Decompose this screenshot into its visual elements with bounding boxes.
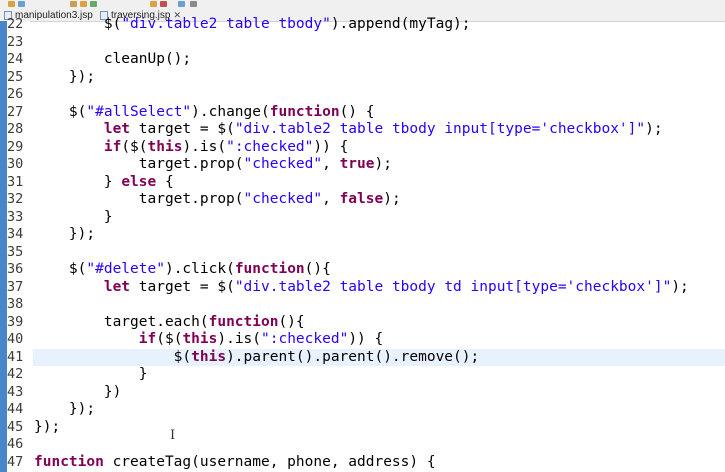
code-line[interactable]: 33 } — [0, 209, 725, 227]
code-text[interactable]: let target = $("div.table2 table tbody t… — [34, 279, 689, 297]
code-line[interactable]: 28 let target = $("div.table2 table tbod… — [0, 121, 725, 139]
toolbar-icon[interactable] — [18, 1, 25, 7]
code-line[interactable]: 34 }); — [0, 226, 725, 244]
code-line[interactable]: 32 target.prop("checked", false); — [0, 191, 725, 209]
toolbar-icon[interactable] — [70, 1, 77, 7]
code-text[interactable]: }); — [34, 226, 95, 244]
line-number: 31 — [7, 173, 24, 190]
line-number: 29 — [7, 138, 24, 155]
code-text[interactable]: }); — [34, 69, 95, 87]
line-number: 28 — [7, 121, 24, 137]
line-number: 44 — [7, 401, 24, 417]
line-number: 41 — [7, 348, 24, 365]
code-line[interactable]: 27 $("#allSelect").change(function() { — [0, 104, 725, 122]
code-text[interactable]: $("div.table2 table tbody").append(myTag… — [34, 16, 471, 34]
code-line[interactable]: 24 cleanUp(); — [0, 51, 725, 69]
code-text[interactable]: $(this).parent().parent().remove(); — [34, 349, 480, 367]
code-text[interactable]: $("#delete").click(function(){ — [34, 261, 331, 279]
line-number: 25 — [7, 68, 24, 85]
code-text[interactable]: let target = $("div.table2 table tbody i… — [34, 121, 663, 139]
toolbar-icon[interactable] — [160, 1, 167, 7]
line-number: 37 — [7, 278, 24, 295]
code-line[interactable]: 45}); — [0, 419, 725, 437]
code-line[interactable]: 35 — [0, 244, 725, 262]
line-number: 45 — [7, 418, 24, 435]
line-number: 33 — [7, 208, 24, 225]
code-text[interactable]: if($(this).is(":checked")) { — [34, 139, 348, 157]
line-number: 30 — [7, 156, 24, 172]
line-number: 32 — [7, 191, 24, 207]
code-line[interactable]: 39 target.each(function(){ — [0, 314, 725, 332]
code-text[interactable]: }); — [34, 401, 95, 419]
code-line[interactable]: 30 target.prop("checked", true); — [0, 156, 725, 174]
line-number: 22 — [7, 16, 24, 32]
line-number: 43 — [7, 383, 24, 400]
toolbar-icon[interactable] — [80, 1, 87, 7]
code-line[interactable]: 31 } else { — [0, 174, 725, 192]
code-line[interactable]: 46 — [0, 436, 725, 454]
code-text[interactable]: }); — [34, 419, 60, 437]
line-number: 24 — [7, 51, 24, 67]
code-line[interactable]: 42 } — [0, 366, 725, 384]
toolbar-icon[interactable] — [90, 1, 97, 7]
line-number: 42 — [7, 366, 24, 382]
code-line[interactable]: 26 — [0, 86, 725, 104]
code-text[interactable]: } else { — [34, 174, 174, 192]
code-text[interactable]: }) — [34, 384, 121, 402]
toolbar-icon[interactable] — [190, 1, 197, 7]
code-text[interactable]: if($(this).is(":checked")) { — [34, 331, 383, 349]
toolbar-icon[interactable] — [8, 1, 15, 7]
code-text[interactable]: } — [34, 209, 113, 227]
code-line[interactable]: 22 $("div.table2 table tbody").append(my… — [0, 16, 725, 34]
line-number: 38 — [7, 296, 24, 312]
code-text[interactable]: cleanUp(); — [34, 51, 191, 69]
code-text[interactable]: $("#allSelect").change(function() { — [34, 104, 375, 122]
code-line[interactable]: 43 }) — [0, 384, 725, 402]
line-number: 23 — [7, 33, 24, 50]
code-line[interactable]: 36 $("#delete").click(function(){ — [0, 261, 725, 279]
line-number: 34 — [7, 226, 24, 242]
line-number: 40 — [7, 331, 24, 347]
line-number: 35 — [7, 243, 24, 260]
line-number: 36 — [7, 261, 24, 277]
code-text[interactable]: target.prop("checked", false); — [34, 191, 401, 209]
code-text[interactable]: } — [34, 366, 148, 384]
code-text[interactable]: target.prop("checked", true); — [34, 156, 392, 174]
code-line[interactable]: 37 let target = $("div.table2 table tbod… — [0, 279, 725, 297]
code-line[interactable]: 41 $(this).parent().parent().remove(); — [0, 348, 725, 367]
line-number: 47 — [7, 453, 24, 470]
code-line[interactable]: 47 function createTag(username, phone, ad… — [0, 454, 725, 472]
code-line[interactable]: 38 — [0, 296, 725, 314]
code-line[interactable]: 40 if($(this).is(":checked")) { — [0, 331, 725, 349]
line-number: 27 — [7, 103, 24, 120]
code-line[interactable]: 25 }); — [0, 69, 725, 87]
code-line[interactable]: 29 if($(this).is(":checked")) { — [0, 139, 725, 157]
code-editor[interactable]: 22 $("div.table2 table tbody").append(my… — [0, 16, 725, 471]
code-line[interactable]: 23 — [0, 34, 725, 52]
toolbar-icon[interactable] — [150, 1, 157, 7]
code-text[interactable]: target.each(function(){ — [34, 314, 305, 332]
line-number: 26 — [7, 86, 24, 102]
code-line[interactable]: 44 }); — [0, 401, 725, 419]
line-number: 39 — [7, 313, 24, 330]
text-cursor-icon: I — [170, 428, 176, 443]
line-number: 46 — [7, 436, 24, 452]
code-text[interactable]: function createTag(username, phone, addr… — [34, 454, 436, 472]
toolbar-icon[interactable] — [178, 1, 185, 7]
